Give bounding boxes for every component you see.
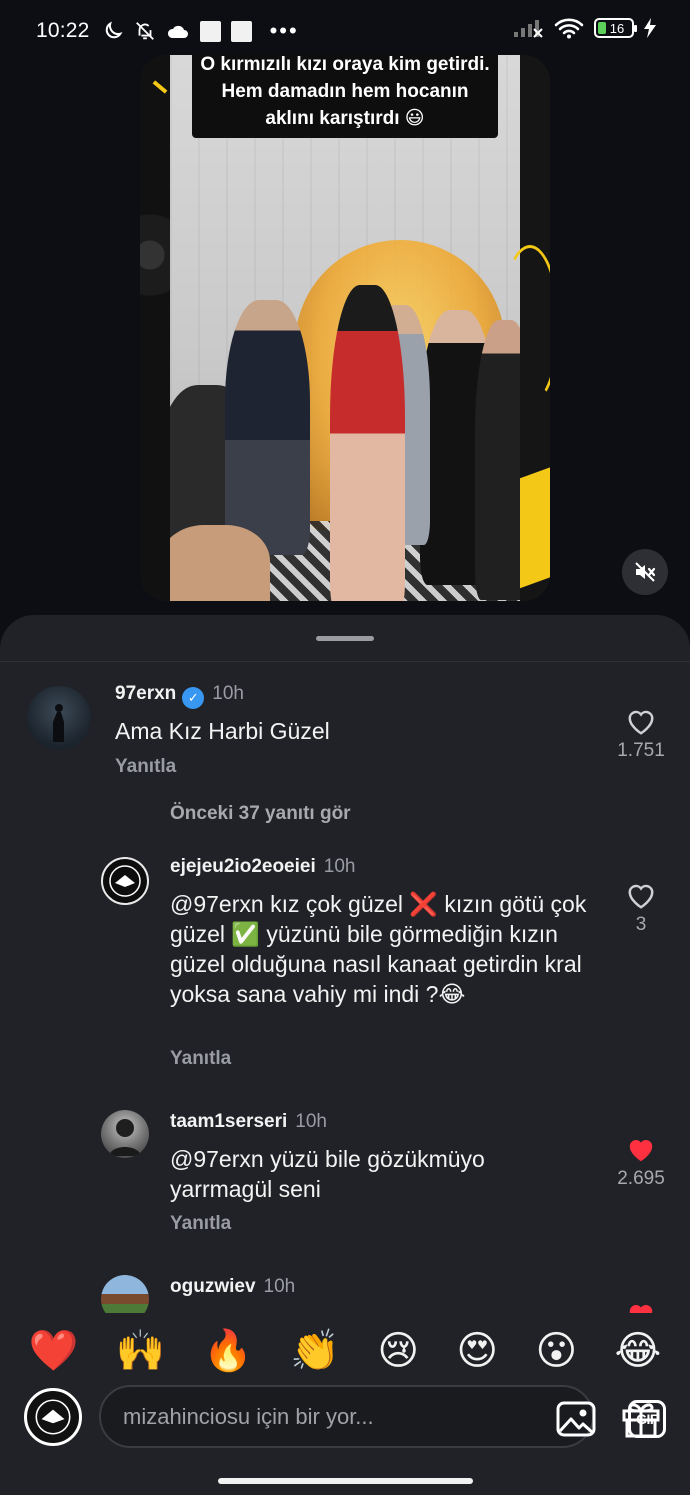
comment-text: @97erxn kız çok güzel ❌ kızın götü çok g… <box>170 891 587 1007</box>
verified-badge-icon: ✓ <box>182 687 205 709</box>
comment-time: 10h <box>263 1276 296 1297</box>
like-count: 3 <box>635 914 647 935</box>
avatar[interactable] <box>101 1110 149 1158</box>
like-count: 2.695 <box>617 1168 665 1189</box>
reply-item: oguzwiev 10h <box>0 1270 690 1313</box>
status-time: 10:22 <box>36 19 90 42</box>
emoji-surprised-button[interactable]: 😮 <box>535 1331 577 1371</box>
comment-time: 10h <box>323 856 356 877</box>
comment-username[interactable]: taam1serseri <box>170 1111 287 1132</box>
view-previous-replies-button[interactable]: Önceki 37 yanıtı gör <box>170 803 351 825</box>
heart-filled-icon[interactable] <box>626 1136 656 1164</box>
like-control[interactable]: 2.695 <box>610 1136 672 1190</box>
avatar[interactable] <box>101 857 149 905</box>
emoji-raised-hands-button[interactable]: 🙌 <box>116 1331 166 1371</box>
quick-emoji-bar: ❤️ 🙌 🔥 👏 😢 😍 😮 😂 <box>0 1313 690 1389</box>
moon-icon <box>105 21 123 39</box>
gift-icon[interactable] <box>620 1397 662 1439</box>
heart-outline-icon[interactable] <box>626 708 656 736</box>
status-bar: 10:22 ••• 16 <box>0 0 690 62</box>
reply-button[interactable]: Yanıtla <box>170 1048 231 1070</box>
signal-icon <box>514 20 543 38</box>
charging-bolt-icon <box>644 18 656 38</box>
heart-filled-icon[interactable] <box>626 1301 656 1313</box>
heart-outline-icon[interactable] <box>626 882 656 910</box>
battery-icon: 16 <box>594 18 637 38</box>
like-count: 1.751 <box>617 740 665 761</box>
comment-username[interactable]: 97erxn <box>115 683 176 704</box>
reel-video[interactable]: O kırmızılı kızı oraya kim getirdi. Hem … <box>140 55 550 601</box>
emoji-laughing-button[interactable]: 😂 <box>615 1331 662 1371</box>
more-notifications-icon: ••• <box>269 18 299 43</box>
emoji-clap-button[interactable]: 👏 <box>290 1331 340 1371</box>
emoji-heart-button[interactable]: ❤️ <box>29 1331 79 1371</box>
notification-app-icon <box>199 20 221 42</box>
status-notification-icons: ••• <box>102 18 299 44</box>
bell-off-icon <box>135 22 154 40</box>
my-avatar[interactable] <box>24 1388 82 1446</box>
comment-time: 10h <box>295 1111 327 1132</box>
divider <box>0 661 690 662</box>
comment-text: @97erxn yüzü bile gözükmüyo yarrmagül se… <box>170 1146 485 1202</box>
reply-button[interactable]: Yanıtla <box>170 1213 231 1235</box>
emoji-heart-eyes-button[interactable]: 😍 <box>456 1331 498 1371</box>
comment-time: 10h <box>212 683 244 704</box>
wifi-icon <box>554 18 584 39</box>
like-control[interactable]: 1.751 <box>610 708 672 762</box>
video-frame-left <box>140 55 170 601</box>
video-caption: O kırmızılı kızı oraya kim getirdi. Hem … <box>192 55 498 138</box>
cloud-icon <box>167 25 188 38</box>
like-control[interactable]: 3 <box>610 882 672 936</box>
comment-text: Ama Kız Harbi Güzel <box>115 718 330 744</box>
avatar[interactable] <box>101 1275 149 1313</box>
notification-app-icon <box>230 20 252 42</box>
comment-username[interactable]: oguzwiev <box>170 1276 256 1297</box>
image-picker-icon[interactable] <box>556 1401 596 1437</box>
comment-input-wrapper: GIF <box>99 1385 666 1448</box>
sheet-drag-handle[interactable] <box>316 636 374 641</box>
video-frame-right <box>500 55 550 601</box>
status-system-icons: 16 <box>512 17 656 39</box>
emoji-crying-button[interactable]: 😢 <box>377 1331 419 1371</box>
reply-button[interactable]: Yanıtla <box>115 756 176 778</box>
home-indicator[interactable] <box>218 1478 473 1484</box>
mute-toggle-button[interactable] <box>622 549 668 595</box>
avatar[interactable] <box>27 686 91 750</box>
speaker-muted-icon <box>635 562 656 582</box>
comment-username[interactable]: ejejeu2io2eoeiei <box>170 856 316 877</box>
comment-input[interactable] <box>123 1387 423 1446</box>
emoji-fire-button[interactable]: 🔥 <box>203 1331 253 1371</box>
